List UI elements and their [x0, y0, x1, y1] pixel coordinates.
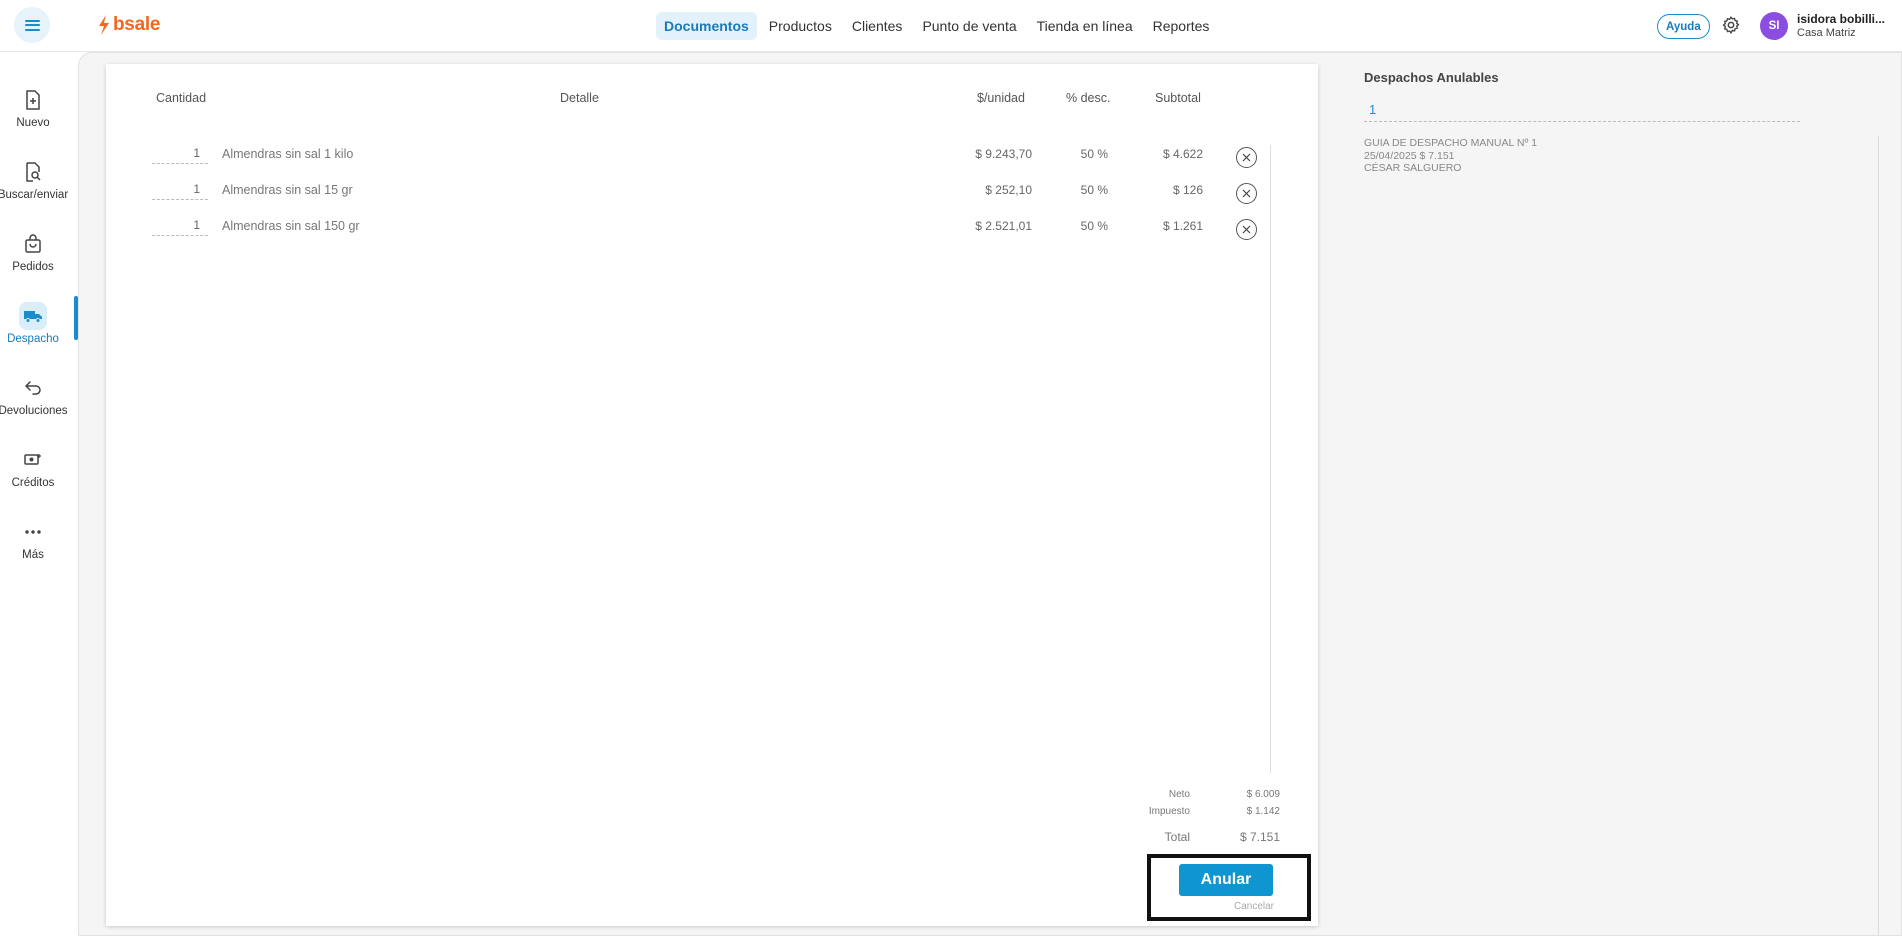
- shopping-bag-icon: [19, 230, 47, 258]
- menu-button[interactable]: [14, 7, 50, 43]
- remove-row-button[interactable]: [1236, 219, 1257, 240]
- hamburger-icon: [24, 19, 40, 31]
- avatar[interactable]: SI: [1760, 12, 1788, 40]
- detail-text: Almendras sin sal 150 gr: [222, 219, 360, 233]
- dispatch-entry[interactable]: GUIA DE DESPACHO MANUAL Nº 1 25/04/2025 …: [1364, 137, 1537, 175]
- header-detalle: Detalle: [560, 91, 599, 105]
- remove-row-button[interactable]: [1236, 147, 1257, 168]
- nav-productos[interactable]: Productos: [761, 12, 840, 40]
- tax-value: $ 1.142: [1246, 806, 1280, 817]
- remove-row-button[interactable]: [1236, 183, 1257, 204]
- header-subtotal: Subtotal: [1155, 91, 1201, 105]
- close-icon: [1242, 189, 1251, 198]
- return-arrow-icon: [19, 374, 47, 402]
- nav-punto-de-venta[interactable]: Punto de venta: [914, 12, 1024, 40]
- sidebar-item-nuevo[interactable]: Nuevo: [0, 82, 66, 142]
- sidebar-item-label: Devoluciones: [0, 405, 68, 417]
- subtotal: $ 1.261: [1162, 219, 1203, 233]
- close-icon: [1242, 153, 1251, 162]
- sidebar-item-label: Buscar/enviar: [0, 189, 69, 201]
- nav-tienda-en-linea[interactable]: Tienda en línea: [1029, 12, 1141, 40]
- divider: [1270, 145, 1271, 773]
- total-label: Total: [1164, 830, 1190, 844]
- more-dots-icon: [19, 518, 47, 546]
- sidebar-item-label: Despacho: [7, 333, 59, 345]
- sidebar-item-pedidos[interactable]: Pedidos: [0, 226, 66, 286]
- nav-reportes[interactable]: Reportes: [1145, 12, 1218, 40]
- gear-icon[interactable]: [1721, 15, 1741, 35]
- brand-logo[interactable]: bsale: [98, 14, 160, 36]
- top-bar: bsale Documentos Productos Clientes Punt…: [0, 0, 1902, 52]
- header-discount: % desc.: [1066, 91, 1111, 105]
- unit-price: $ 252,10: [985, 183, 1032, 197]
- detail-text: Almendras sin sal 1 kilo: [222, 147, 354, 161]
- close-icon: [1242, 225, 1251, 234]
- document-card: Cantidad Detalle $/unidad % desc. Subtot…: [106, 64, 1318, 926]
- brand-name: bsale: [113, 14, 161, 35]
- sidebar-item-mas[interactable]: Más: [0, 514, 66, 574]
- sidebar-item-label: Más: [22, 549, 44, 561]
- nav-documentos[interactable]: Documentos: [656, 12, 757, 40]
- discount: 50 %: [1080, 219, 1108, 233]
- sidebar-item-creditos[interactable]: Créditos: [0, 442, 66, 502]
- unit-price: $ 2.521,01: [975, 219, 1032, 233]
- discount: 50 %: [1080, 147, 1108, 161]
- user-menu[interactable]: isidora bobilli... Casa Matriz: [1797, 12, 1897, 39]
- tax-label: Impuesto: [1148, 806, 1190, 817]
- entry-doc-name: GUIA DE DESPACHO MANUAL Nº 1: [1364, 137, 1538, 149]
- qty-field[interactable]: 1: [152, 182, 208, 200]
- subtotal: $ 4.622: [1162, 147, 1203, 161]
- qty-field[interactable]: 1: [152, 146, 208, 164]
- qty-field[interactable]: 1: [152, 218, 208, 236]
- new-document-icon: [19, 86, 47, 114]
- unit-price: $ 9.243,70: [975, 147, 1032, 161]
- right-divider: [1878, 136, 1879, 936]
- subtotal: $ 126: [1172, 183, 1203, 197]
- entry-date-amount: 25/04/2025 $ 7.151: [1364, 149, 1455, 162]
- neto-value: $ 6.009: [1246, 789, 1280, 800]
- bolt-icon: [99, 15, 109, 35]
- table-row: 1 Almendras sin sal 150 gr $ 2.521,01 50…: [106, 216, 1318, 246]
- neto-label: Neto: [1168, 789, 1190, 800]
- sidebar-item-label: Créditos: [11, 477, 55, 489]
- total-value: $ 7.151: [1239, 830, 1280, 844]
- sidebar-item-despacho[interactable]: Despacho: [0, 298, 66, 358]
- detail-text: Almendras sin sal 15 gr: [222, 183, 353, 197]
- table-row: 1 Almendras sin sal 15 gr $ 252,10 50 % …: [106, 180, 1318, 210]
- main-navigation: Documentos Productos Clientes Punto de v…: [656, 12, 1217, 40]
- header-unit-price: $/unidad: [977, 91, 1025, 105]
- table-row: 1 Almendras sin sal 1 kilo $ 9.243,70 50…: [106, 144, 1318, 174]
- header-cantidad: Cantidad: [156, 91, 207, 105]
- cancel-link[interactable]: Cancelar: [1220, 901, 1274, 912]
- sidebar-item-devoluciones[interactable]: Devoluciones: [0, 370, 68, 430]
- void-button[interactable]: Anular: [1179, 864, 1273, 896]
- sidebar: Nuevo Buscar/enviar Pedidos Despacho Dev…: [0, 52, 78, 936]
- sidebar-item-buscar-enviar[interactable]: Buscar/enviar: [0, 154, 69, 214]
- entry-client: CÉSAR SALGUERO: [1364, 162, 1462, 174]
- discount: 50 %: [1080, 183, 1108, 197]
- dispatch-search-input[interactable]: 1: [1364, 102, 1800, 122]
- right-panel-title: Despachos Anulables: [1364, 70, 1499, 85]
- sidebar-item-label: Nuevo: [16, 117, 50, 129]
- user-name: isidora bobilli...: [1797, 12, 1886, 26]
- truck-icon: [19, 302, 47, 330]
- nav-clientes[interactable]: Clientes: [844, 12, 911, 40]
- sidebar-item-label: Pedidos: [12, 261, 54, 273]
- search-document-icon: [19, 158, 47, 186]
- credit-icon: [19, 446, 47, 474]
- help-button[interactable]: Ayuda: [1657, 14, 1710, 39]
- branch-name: Casa Matriz: [1797, 27, 1856, 39]
